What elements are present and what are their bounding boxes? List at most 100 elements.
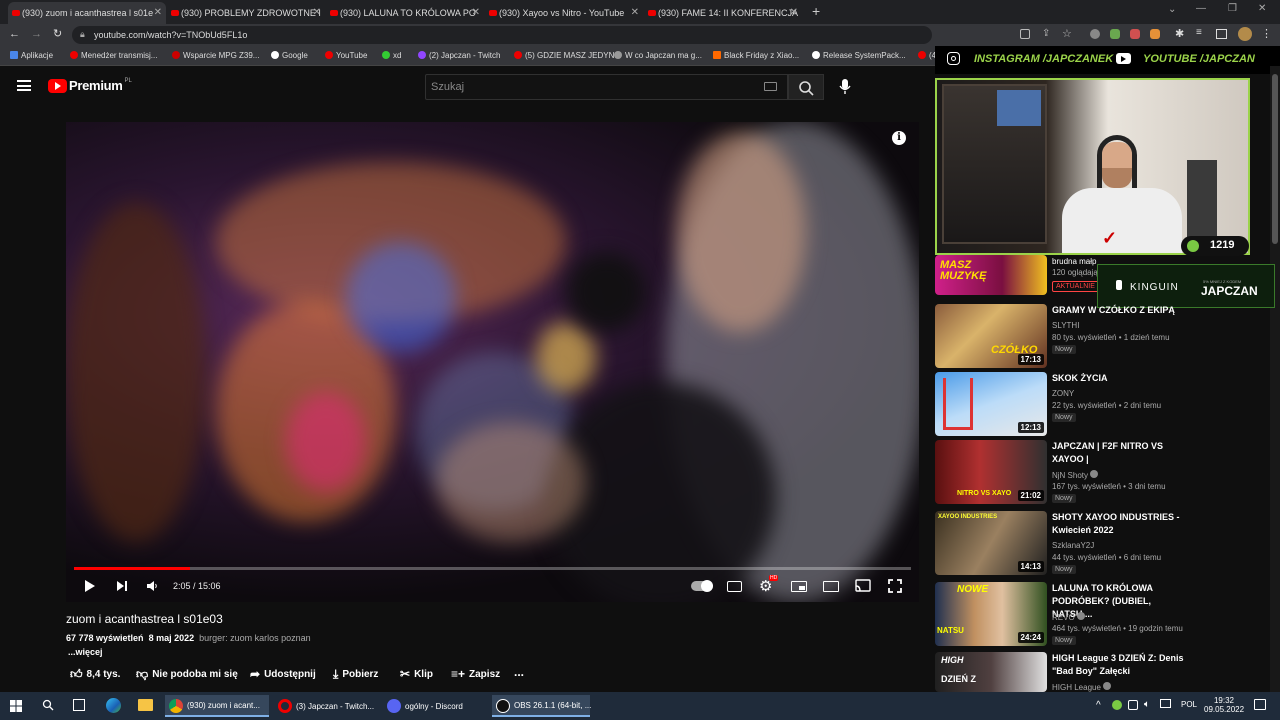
browser-tab[interactable]: (930) LALUNA TO KRÓLOWA PO ✕ (326, 2, 484, 24)
recommendation-item[interactable]: HIGH DZIEŃ Z HIGH League 3 DZIEŃ Z: Deni… (935, 652, 1185, 692)
reload-icon[interactable]: ↻ (53, 27, 62, 40)
side-panel-icon[interactable] (1216, 29, 1227, 39)
menu-dots-icon[interactable]: ⋮ (1261, 27, 1272, 40)
avatar[interactable] (1238, 27, 1252, 41)
info-icon[interactable]: i (892, 131, 906, 145)
recommendation-item[interactable]: XAYOO INDUSTRIES 14:13 SHOTY XAYOO INDUS… (935, 511, 1185, 575)
tray-app-icon[interactable] (1128, 700, 1138, 710)
tab-search-icon[interactable]: ⌄ (1168, 4, 1176, 15)
back-icon[interactable]: ← (9, 28, 20, 40)
close-tab-icon[interactable]: ✕ (313, 7, 321, 18)
search-button[interactable] (788, 74, 824, 100)
channel-name[interactable]: REVO (1052, 612, 1085, 622)
fullscreen-button[interactable] (888, 579, 902, 593)
taskbar-item-discord[interactable]: ogólny - Discord (383, 695, 487, 717)
extension-icon[interactable] (1130, 29, 1140, 39)
browser-tab[interactable]: (930) PROBLEMY ZDROWOTNE I ✕ (167, 2, 325, 24)
bookmark-apps[interactable]: Aplikacje (10, 51, 53, 60)
recommendation-item[interactable]: NOWE NATSU 24:24 LALUNA TO KRÓLOWA PODRÓ… (935, 582, 1185, 646)
display-icon[interactable] (1160, 699, 1171, 708)
bookmark-item[interactable]: (2) Japczan - Twitch (418, 51, 500, 60)
share-icon[interactable]: ⇪ (1042, 28, 1050, 39)
bookmark-item[interactable]: (4 (918, 51, 936, 60)
bookmark-item[interactable]: Menedżer transmisj... (70, 51, 157, 60)
bookmark-item[interactable]: Release SystemPack... (812, 51, 906, 60)
notifications-icon[interactable] (1254, 699, 1266, 710)
hamburger-menu-icon[interactable] (17, 80, 31, 91)
bookmark-item[interactable]: Black Friday z Xiao... (713, 51, 799, 60)
file-explorer-icon[interactable] (138, 699, 153, 711)
play-button[interactable] (84, 579, 96, 593)
scrollbar-thumb[interactable] (1272, 74, 1278, 244)
windows-start-icon[interactable] (10, 700, 22, 712)
channel-name[interactable]: HIGH League (1052, 682, 1112, 692)
subtitles-icon[interactable] (727, 581, 742, 592)
browser-tab[interactable]: (930) FAME 14: II KONFERENCJA ✕ (644, 2, 802, 24)
autoplay-toggle[interactable] (691, 580, 713, 592)
new-tab-button[interactable]: + (812, 3, 820, 19)
taskbar-item-chrome[interactable]: (930) zuom i acant... (165, 695, 269, 717)
maximize-button[interactable]: ❐ (1228, 3, 1237, 14)
minimize-button[interactable]: — (1196, 3, 1206, 14)
reading-list-icon[interactable]: ≡ (1196, 27, 1202, 38)
close-tab-icon[interactable]: ✕ (790, 7, 798, 18)
clock[interactable]: 19:32 09.05.2022 (1204, 696, 1244, 714)
tray-chevron-icon[interactable]: ^ (1096, 700, 1101, 711)
omnibox[interactable]: 🔒︎ youtube.com/watch?v=TNObUd5FL1o (72, 26, 932, 44)
forward-icon[interactable]: → (31, 28, 42, 40)
bookmark-item[interactable]: W co Japczan ma g... (614, 51, 702, 60)
volume-button[interactable] (146, 580, 158, 592)
cast-button[interactable] (855, 579, 871, 592)
star-icon[interactable]: ☆ (1062, 27, 1072, 40)
browser-tab[interactable]: (930) Xayoo vs Nitro - YouTube ✕ (485, 2, 643, 24)
more-actions-button[interactable]: ... (514, 665, 524, 679)
channel-name[interactable]: ZONY (1052, 389, 1074, 398)
search-input[interactable]: Szukaj (425, 74, 788, 100)
next-button[interactable] (116, 580, 128, 592)
download-button[interactable]: ⤓ Pobierz (333, 667, 378, 682)
channel-name[interactable]: NjN Shoty (1052, 470, 1099, 480)
recommendation-item[interactable]: NITRO VS XAYO 21:02 JAPCZAN | F2F NITRO … (935, 440, 1185, 504)
language-indicator[interactable]: POL (1181, 700, 1197, 709)
browser-tab[interactable]: (930) zuom i acanthastrea l s01e ✕ (8, 2, 166, 24)
dislike-button[interactable]: 👎︎ Nie podoba mi się (136, 667, 238, 682)
tray-app-icon[interactable] (1112, 700, 1122, 710)
video-player[interactable]: i (66, 122, 919, 602)
close-tab-icon[interactable]: ✕ (154, 7, 162, 18)
hashtags[interactable]: burger: zuom karlos poznan (199, 633, 311, 643)
puzzle-icon[interactable]: ✱ (1175, 27, 1184, 40)
search-icon[interactable] (42, 699, 54, 711)
share-button[interactable]: ➦ Udostępnij (250, 667, 316, 681)
extension-icon[interactable] (1150, 29, 1160, 39)
close-window-button[interactable]: ✕ (1258, 3, 1266, 14)
youtube-logo[interactable]: Premium PL (48, 78, 132, 93)
edge-icon[interactable] (106, 698, 121, 713)
bookmark-item[interactable]: YouTube (325, 51, 367, 60)
page-scrollbar[interactable] (1270, 66, 1280, 692)
speaker-icon[interactable]: 🔈︎ (1144, 699, 1150, 710)
channel-name[interactable]: SLYTHI (1052, 321, 1079, 330)
show-more-link[interactable]: ...więcej (68, 647, 103, 657)
bookmark-item[interactable]: Wsparcie MPG Z39... (172, 51, 259, 60)
url-text[interactable]: youtube.com/watch?v=TNObUd5FL1o (94, 30, 247, 40)
taskbar-item-opera[interactable]: (3) Japczan - Twitch... (274, 695, 378, 717)
voice-search-button[interactable] (838, 78, 852, 96)
settings-gear-icon[interactable]: ⚙ HD (759, 575, 779, 595)
close-tab-icon[interactable]: ✕ (472, 7, 480, 18)
like-button[interactable]: 👍︎ 8,4 tys. (70, 667, 120, 682)
bookmark-item[interactable]: (5) GDZIE MASZ JEDYN... (514, 51, 621, 60)
theater-mode-icon[interactable] (823, 581, 839, 592)
recommendation-item[interactable]: 12:13 SKOK ŻYCIA ZONY 22 tys. wyświetleń… (935, 372, 1185, 436)
clip-button[interactable]: ✂ Klip (400, 667, 433, 681)
taskbar-item-obs[interactable]: OBS 26.1.1 (64-bit, ... (492, 695, 591, 717)
save-button[interactable]: ≡+ Zapisz (451, 667, 500, 681)
bookmark-item[interactable]: Google (271, 51, 308, 60)
extension-icon[interactable] (1090, 29, 1100, 39)
keyboard-icon[interactable] (764, 82, 777, 91)
extension-icon[interactable] (1020, 29, 1030, 39)
miniplayer-icon[interactable] (791, 581, 807, 592)
recommendation-item[interactable]: CZÓŁKO 17:13 GRAMY W CZÓŁKO Z EKIPĄ SLYT… (935, 304, 1185, 368)
close-tab-icon[interactable]: ✕ (631, 7, 639, 18)
bookmark-item[interactable]: xd (382, 51, 401, 60)
channel-name[interactable]: SzklanaY2J (1052, 541, 1094, 550)
